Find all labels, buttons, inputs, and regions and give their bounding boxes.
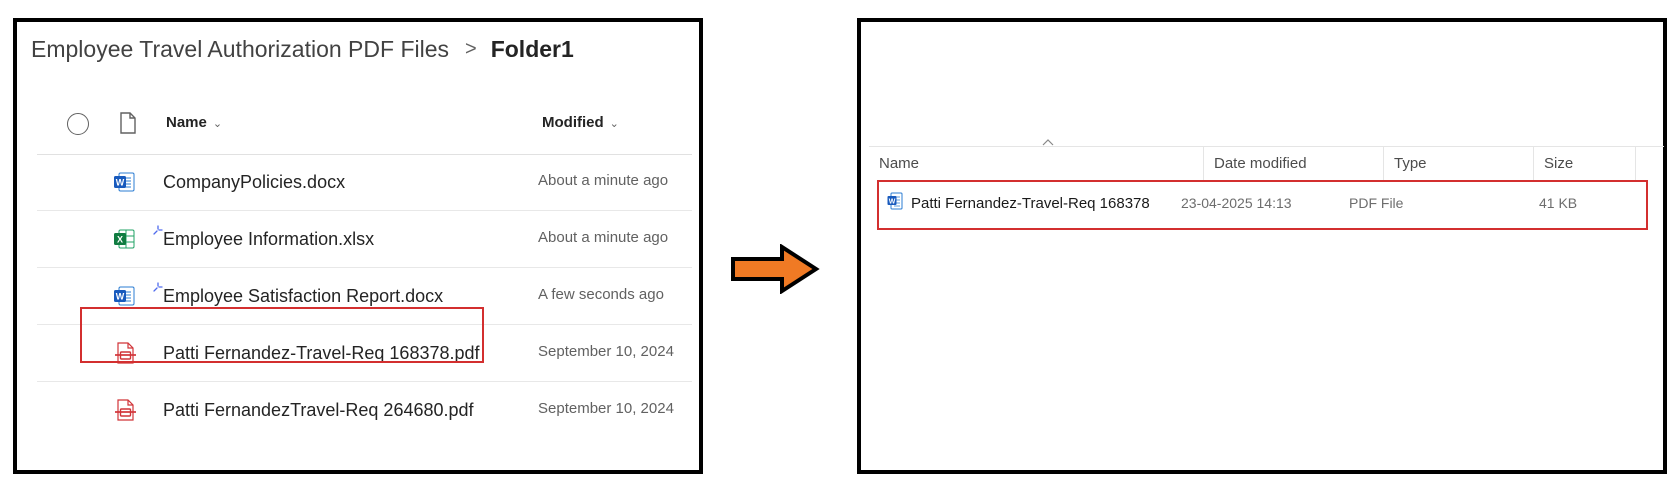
word-icon: W (113, 284, 137, 308)
sharepoint-library-panel: Employee Travel Authorization PDF Files … (13, 18, 703, 474)
chevron-down-icon: ⌄ (212, 118, 223, 130)
explorer-file-date: 23-04-2025 14:13 (1181, 195, 1292, 211)
file-row[interactable]: X Employee Information.xlsx About a minu… (37, 211, 692, 268)
breadcrumb-library[interactable]: Employee Travel Authorization PDF Files (31, 36, 449, 63)
svg-text:W: W (116, 292, 125, 302)
new-file-indicator-icon (153, 276, 163, 297)
file-modified: September 10, 2024 (538, 343, 674, 360)
file-type-icon[interactable] (119, 112, 137, 138)
breadcrumb-separator: > (465, 38, 477, 60)
column-header-name[interactable]: Name ⌄ (166, 114, 222, 131)
file-modified: September 10, 2024 (538, 400, 674, 417)
explorer-file-row[interactable]: W Patti Fernandez-Travel-Req 168378 23-0… (881, 186, 1586, 222)
new-file-indicator-icon (153, 219, 163, 240)
file-explorer-panel: Name Date modified Type Size W Patti Fer… (857, 18, 1667, 474)
select-all-radio[interactable] (67, 113, 89, 135)
explorer-col-name[interactable]: Name (869, 147, 1204, 181)
file-name[interactable]: Patti FernandezTravel-Req 264680.pdf (163, 400, 474, 421)
explorer-file-name[interactable]: Patti Fernandez-Travel-Req 168378 (911, 195, 1150, 212)
file-name[interactable]: CompanyPolicies.docx (163, 172, 345, 193)
arrow-right-icon (730, 243, 820, 299)
file-row[interactable]: Patti FernandezTravel-Req 264680.pdf Sep… (37, 382, 692, 438)
pdf-icon (113, 398, 137, 422)
file-name[interactable]: Employee Information.xlsx (163, 229, 374, 250)
breadcrumb: Employee Travel Authorization PDF Files … (31, 36, 574, 63)
word-icon: W (887, 192, 903, 213)
file-modified: About a minute ago (538, 172, 669, 189)
file-row[interactable]: W Employee Satisfaction Report.docx A fe… (37, 268, 692, 325)
excel-icon: X (113, 227, 137, 251)
explorer-col-date-modified[interactable]: Date modified (1204, 147, 1384, 181)
pdf-icon (113, 341, 137, 365)
explorer-file-type: PDF File (1349, 195, 1404, 211)
explorer-col-type[interactable]: Type (1384, 147, 1534, 181)
svg-text:X: X (117, 235, 123, 245)
file-row[interactable]: Patti Fernandez-Travel-Req 168378.pdf Se… (37, 325, 692, 382)
explorer-file-size: 41 KB (1539, 195, 1578, 211)
file-modified: A few seconds ago (538, 286, 664, 303)
svg-text:W: W (116, 178, 125, 188)
file-modified: About a minute ago (538, 229, 669, 246)
column-header-row: Name ⌄ Modified ⌄ (37, 92, 692, 155)
chevron-down-icon: ⌄ (609, 118, 619, 130)
explorer-col-size[interactable]: Size (1534, 147, 1636, 181)
svg-text:W: W (889, 198, 896, 205)
word-icon: W (113, 170, 137, 194)
column-header-modified[interactable]: Modified ⌄ (542, 114, 619, 131)
file-name[interactable]: Employee Satisfaction Report.docx (163, 286, 443, 307)
explorer-column-header: Name Date modified Type Size (869, 146, 1664, 181)
file-name[interactable]: Patti Fernandez-Travel-Req 168378.pdf (163, 343, 480, 364)
breadcrumb-current-folder: Folder1 (490, 36, 574, 62)
file-row[interactable]: W CompanyPolicies.docx About a minute ag… (37, 154, 692, 211)
